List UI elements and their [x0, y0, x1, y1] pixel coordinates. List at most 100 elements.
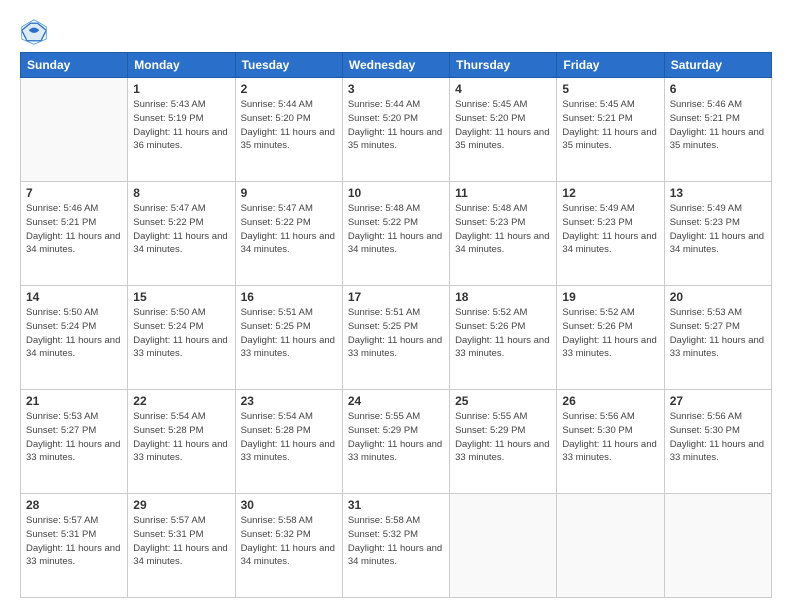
- calendar-cell: 5Sunrise: 5:45 AM Sunset: 5:21 PM Daylig…: [557, 78, 664, 182]
- calendar-cell: 25 Sunrise: 5:55 AM Sunset: 5:29 PM Dayli…: [450, 390, 557, 494]
- calendar-cell: 2Sunrise: 5:44 AM Sunset: 5:20 PM Daylig…: [235, 78, 342, 182]
- calendar-cell: 27Sunrise: 5:56 AM Sunset: 5:30 PM Dayli…: [664, 390, 771, 494]
- day-info: Sunrise: 5:49 AM Sunset: 5:23 PM Dayligh…: [670, 202, 766, 257]
- calendar-cell: 15 Sunrise: 5:50 AM Sunset: 5:24 PM Dayli…: [128, 286, 235, 390]
- calendar-cell: [664, 494, 771, 598]
- calendar-cell: 26 Sunrise: 5:56 AM Sunset: 5:30 PM Dayli…: [557, 390, 664, 494]
- calendar-cell: 16 Sunrise: 5:51 AM Sunset: 5:25 PM Dayli…: [235, 286, 342, 390]
- day-info: Sunrise: 5:44 AM Sunset: 5:20 PM Dayligh…: [348, 98, 444, 153]
- calendar-cell: 12 Sunrise: 5:49 AM Sunset: 5:23 PM Dayli…: [557, 182, 664, 286]
- day-number: 27: [670, 394, 766, 408]
- day-info: Sunrise: 5:57 AM Sunset: 5:31 PM Dayligh…: [133, 514, 229, 569]
- day-number: 1: [133, 82, 229, 96]
- day-number: 4: [455, 82, 551, 96]
- day-info: Sunrise: 5:50 AM Sunset: 5:24 PM Dayligh…: [133, 306, 229, 361]
- day-number: 13: [670, 186, 766, 200]
- page: SundayMondayTuesdayWednesdayThursdayFrid…: [0, 0, 792, 612]
- calendar-cell: 23 Sunrise: 5:54 AM Sunset: 5:28 PM Dayli…: [235, 390, 342, 494]
- calendar-cell: 28 Sunrise: 5:57 AM Sunset: 5:31 PM Dayli…: [21, 494, 128, 598]
- day-number: 14: [26, 290, 122, 304]
- calendar-header-monday: Monday: [128, 53, 235, 78]
- calendar-header-friday: Friday: [557, 53, 664, 78]
- day-number: 17: [348, 290, 444, 304]
- day-info: Sunrise: 5:58 AM Sunset: 5:32 PM Dayligh…: [241, 514, 337, 569]
- calendar-cell: 11 Sunrise: 5:48 AM Sunset: 5:23 PM Dayli…: [450, 182, 557, 286]
- day-number: 12: [562, 186, 658, 200]
- day-info: Sunrise: 5:49 AM Sunset: 5:23 PM Dayligh…: [562, 202, 658, 257]
- day-number: 31: [348, 498, 444, 512]
- calendar-header-thursday: Thursday: [450, 53, 557, 78]
- calendar-week-5: 28 Sunrise: 5:57 AM Sunset: 5:31 PM Dayli…: [21, 494, 772, 598]
- day-number: 25: [455, 394, 551, 408]
- day-number: 18: [455, 290, 551, 304]
- day-number: 16: [241, 290, 337, 304]
- calendar-cell: 17Sunrise: 5:51 AM Sunset: 5:25 PM Dayli…: [342, 286, 449, 390]
- day-info: Sunrise: 5:53 AM Sunset: 5:27 PM Dayligh…: [670, 306, 766, 361]
- day-info: Sunrise: 5:53 AM Sunset: 5:27 PM Dayligh…: [26, 410, 122, 465]
- day-number: 6: [670, 82, 766, 96]
- calendar-cell: 30Sunrise: 5:58 AM Sunset: 5:32 PM Dayli…: [235, 494, 342, 598]
- day-info: Sunrise: 5:46 AM Sunset: 5:21 PM Dayligh…: [670, 98, 766, 153]
- day-info: Sunrise: 5:43 AM Sunset: 5:19 PM Dayligh…: [133, 98, 229, 153]
- day-number: 10: [348, 186, 444, 200]
- day-number: 9: [241, 186, 337, 200]
- day-info: Sunrise: 5:46 AM Sunset: 5:21 PM Dayligh…: [26, 202, 122, 257]
- calendar-cell: 8 Sunrise: 5:47 AM Sunset: 5:22 PM Daylig…: [128, 182, 235, 286]
- day-info: Sunrise: 5:47 AM Sunset: 5:22 PM Dayligh…: [241, 202, 337, 257]
- day-number: 3: [348, 82, 444, 96]
- day-info: Sunrise: 5:50 AM Sunset: 5:24 PM Dayligh…: [26, 306, 122, 361]
- calendar-cell: [21, 78, 128, 182]
- logo: [20, 18, 52, 46]
- calendar-header-row: SundayMondayTuesdayWednesdayThursdayFrid…: [21, 53, 772, 78]
- day-number: 11: [455, 186, 551, 200]
- calendar-table: SundayMondayTuesdayWednesdayThursdayFrid…: [20, 52, 772, 598]
- day-number: 26: [562, 394, 658, 408]
- day-number: 29: [133, 498, 229, 512]
- day-info: Sunrise: 5:48 AM Sunset: 5:22 PM Dayligh…: [348, 202, 444, 257]
- day-info: Sunrise: 5:52 AM Sunset: 5:26 PM Dayligh…: [562, 306, 658, 361]
- calendar-cell: 13 Sunrise: 5:49 AM Sunset: 5:23 PM Dayli…: [664, 182, 771, 286]
- day-number: 19: [562, 290, 658, 304]
- day-number: 5: [562, 82, 658, 96]
- calendar-cell: 4 Sunrise: 5:45 AM Sunset: 5:20 PM Daylig…: [450, 78, 557, 182]
- day-info: Sunrise: 5:55 AM Sunset: 5:29 PM Dayligh…: [348, 410, 444, 465]
- calendar-cell: 7 Sunrise: 5:46 AM Sunset: 5:21 PM Daylig…: [21, 182, 128, 286]
- day-number: 15: [133, 290, 229, 304]
- day-info: Sunrise: 5:51 AM Sunset: 5:25 PM Dayligh…: [241, 306, 337, 361]
- calendar-cell: 20 Sunrise: 5:53 AM Sunset: 5:27 PM Dayli…: [664, 286, 771, 390]
- day-number: 2: [241, 82, 337, 96]
- day-info: Sunrise: 5:52 AM Sunset: 5:26 PM Dayligh…: [455, 306, 551, 361]
- calendar-cell: 14 Sunrise: 5:50 AM Sunset: 5:24 PM Dayli…: [21, 286, 128, 390]
- calendar-header-tuesday: Tuesday: [235, 53, 342, 78]
- day-info: Sunrise: 5:54 AM Sunset: 5:28 PM Dayligh…: [133, 410, 229, 465]
- calendar-cell: 1 Sunrise: 5:43 AM Sunset: 5:19 PM Daylig…: [128, 78, 235, 182]
- calendar-cell: 9 Sunrise: 5:47 AM Sunset: 5:22 PM Daylig…: [235, 182, 342, 286]
- day-info: Sunrise: 5:48 AM Sunset: 5:23 PM Dayligh…: [455, 202, 551, 257]
- day-number: 23: [241, 394, 337, 408]
- calendar-cell: [557, 494, 664, 598]
- calendar-cell: 3 Sunrise: 5:44 AM Sunset: 5:20 PM Daylig…: [342, 78, 449, 182]
- calendar-header-saturday: Saturday: [664, 53, 771, 78]
- day-info: Sunrise: 5:55 AM Sunset: 5:29 PM Dayligh…: [455, 410, 551, 465]
- day-info: Sunrise: 5:56 AM Sunset: 5:30 PM Dayligh…: [562, 410, 658, 465]
- day-info: Sunrise: 5:54 AM Sunset: 5:28 PM Dayligh…: [241, 410, 337, 465]
- day-number: 21: [26, 394, 122, 408]
- day-number: 8: [133, 186, 229, 200]
- calendar-cell: 24Sunrise: 5:55 AM Sunset: 5:29 PM Dayli…: [342, 390, 449, 494]
- logo-icon: [20, 18, 48, 46]
- header: [20, 18, 772, 46]
- day-info: Sunrise: 5:47 AM Sunset: 5:22 PM Dayligh…: [133, 202, 229, 257]
- day-number: 7: [26, 186, 122, 200]
- day-info: Sunrise: 5:57 AM Sunset: 5:31 PM Dayligh…: [26, 514, 122, 569]
- day-number: 28: [26, 498, 122, 512]
- calendar-cell: 19 Sunrise: 5:52 AM Sunset: 5:26 PM Dayli…: [557, 286, 664, 390]
- calendar-header-sunday: Sunday: [21, 53, 128, 78]
- day-number: 20: [670, 290, 766, 304]
- calendar-week-3: 14 Sunrise: 5:50 AM Sunset: 5:24 PM Dayli…: [21, 286, 772, 390]
- day-number: 22: [133, 394, 229, 408]
- calendar-cell: 22 Sunrise: 5:54 AM Sunset: 5:28 PM Dayli…: [128, 390, 235, 494]
- calendar-header-wednesday: Wednesday: [342, 53, 449, 78]
- day-info: Sunrise: 5:45 AM Sunset: 5:20 PM Dayligh…: [455, 98, 551, 153]
- calendar-cell: 31Sunrise: 5:58 AM Sunset: 5:32 PM Dayli…: [342, 494, 449, 598]
- calendar-cell: [450, 494, 557, 598]
